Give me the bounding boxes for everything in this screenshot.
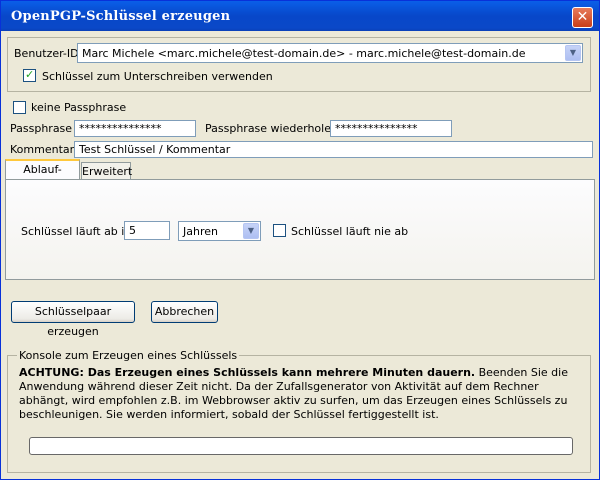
comment-value: Test Schlüssel / Kommentar [79, 143, 231, 156]
chevron-down-icon[interactable]: ▼ [565, 45, 581, 61]
generate-keypair-button[interactable]: Schlüsselpaar erzeugen [11, 301, 135, 338]
comment-label: Kommentar [10, 143, 75, 156]
title-bar[interactable]: OpenPGP-Schlüssel erzeugen ✕ [1, 1, 599, 31]
passphrase-label: Passphrase [10, 122, 73, 135]
expiry-unit-select[interactable]: Jahren ▼ [178, 221, 261, 241]
passphrase-repeat-input[interactable]: *************** [330, 120, 452, 137]
expiry-amount-input[interactable]: 5 [124, 221, 170, 240]
cancel-button[interactable]: Abbrechen [151, 301, 218, 323]
never-expires-checkbox[interactable] [273, 224, 286, 237]
chevron-down-icon[interactable]: ▼ [243, 223, 259, 239]
passphrase-repeat-value: *************** [335, 122, 418, 135]
passphrase-input[interactable]: *************** [74, 120, 196, 137]
user-id-label: Benutzer-ID [14, 47, 79, 60]
passphrase-repeat-label: Passphrase wiederholen [205, 122, 338, 135]
never-expires-label: Schlüssel läuft nie ab [291, 225, 409, 238]
expiry-label: Schlüssel läuft ab in [21, 225, 132, 238]
expiry-unit-value: Jahren [183, 225, 218, 238]
progress-bar [29, 437, 573, 455]
tab-expiry[interactable]: Ablauf-Datum [5, 159, 80, 193]
dialog-window: OpenPGP-Schlüssel erzeugen ✕ Benutzer-ID… [0, 0, 600, 480]
no-passphrase-label: keine Passphrase [31, 101, 127, 114]
console-warning-bold: ACHTUNG: Das Erzeugen eines Schlüssels k… [19, 366, 476, 379]
use-for-signing-label: Schlüssel zum Unterschreiben verwenden [42, 70, 273, 83]
checkmark-icon: ✓ [25, 68, 35, 81]
console-message: ACHTUNG: Das Erzeugen eines Schlüssels k… [19, 366, 581, 422]
console-title: Konsole zum Erzeugen eines Schlüssels [17, 349, 240, 362]
close-button[interactable]: ✕ [572, 7, 593, 28]
no-passphrase-checkbox[interactable] [13, 101, 26, 114]
passphrase-value: *************** [79, 122, 162, 135]
user-id-select[interactable]: Marc Michele <marc.michele@test-domain.d… [77, 43, 583, 63]
close-icon: ✕ [576, 9, 589, 25]
use-for-signing-checkbox[interactable]: ✓ [23, 68, 36, 82]
user-id-value: Marc Michele <marc.michele@test-domain.d… [82, 47, 526, 60]
window-title: OpenPGP-Schlüssel erzeugen [11, 9, 231, 24]
expiry-amount-value: 5 [129, 224, 136, 237]
comment-input[interactable]: Test Schlüssel / Kommentar [74, 141, 593, 158]
